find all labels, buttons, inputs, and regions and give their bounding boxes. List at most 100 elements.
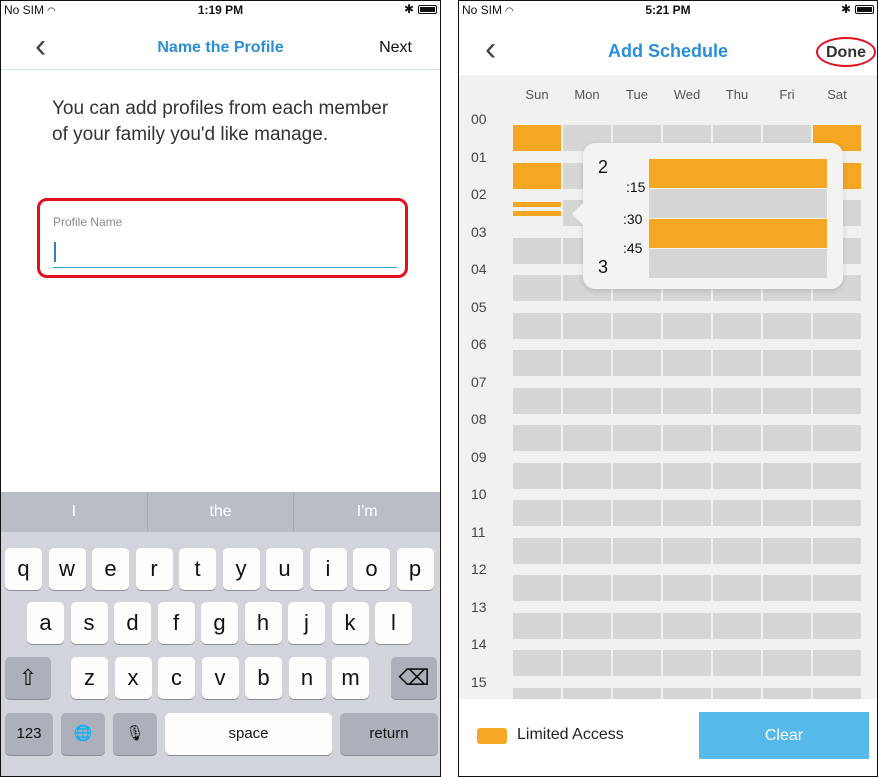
key-d[interactable]: d <box>114 602 151 644</box>
schedule-cell[interactable] <box>813 387 861 414</box>
schedule-cell[interactable] <box>513 275 561 301</box>
schedule-cell[interactable] <box>513 425 561 451</box>
schedule-cell[interactable] <box>513 312 561 339</box>
suggestion-item[interactable]: I'm <box>294 492 440 532</box>
schedule-cell[interactable] <box>613 575 661 601</box>
key-u[interactable]: u <box>266 548 303 590</box>
next-button[interactable]: Next <box>379 39 412 57</box>
schedule-cell[interactable] <box>513 387 561 414</box>
schedule-cell[interactable] <box>663 650 711 676</box>
schedule-cell[interactable] <box>813 500 861 526</box>
schedule-cell[interactable] <box>513 125 561 151</box>
schedule-cell[interactable] <box>563 387 611 414</box>
schedule-cell[interactable] <box>563 462 611 489</box>
key-k[interactable]: k <box>331 602 369 644</box>
key-l[interactable]: l <box>375 602 412 644</box>
schedule-cell[interactable] <box>763 462 811 489</box>
shift-icon[interactable]: ⇧ <box>5 657 51 699</box>
schedule-cell[interactable] <box>563 350 611 376</box>
schedule-cell[interactable] <box>713 500 761 526</box>
key-h[interactable]: h <box>244 602 282 644</box>
schedule-cell[interactable] <box>813 612 861 639</box>
schedule-cell[interactable] <box>563 612 611 639</box>
schedule-cell[interactable] <box>663 537 711 564</box>
schedule-cell[interactable] <box>563 537 611 564</box>
schedule-cell[interactable] <box>663 387 711 414</box>
schedule-grid[interactable]: Sun Mon Tue Wed Thu Fri Sat 00 01 02 03 04 05 06 07 08… <box>459 75 877 699</box>
schedule-cell[interactable] <box>513 650 561 676</box>
key-n[interactable]: n <box>288 657 326 699</box>
schedule-cell[interactable] <box>663 575 711 601</box>
schedule-cell[interactable] <box>813 350 861 376</box>
schedule-cell[interactable] <box>713 575 761 601</box>
schedule-cell[interactable] <box>713 650 761 676</box>
schedule-cell[interactable] <box>613 387 661 414</box>
schedule-cell[interactable] <box>713 350 761 376</box>
key-j[interactable]: j <box>288 602 325 644</box>
schedule-cell[interactable] <box>763 350 811 376</box>
schedule-cell[interactable] <box>763 612 811 639</box>
key-s[interactable]: s <box>70 602 108 644</box>
quarter-slot[interactable] <box>649 219 827 248</box>
schedule-cell[interactable] <box>813 537 861 564</box>
key-p[interactable]: p <box>396 548 434 590</box>
schedule-cell[interactable] <box>763 312 811 339</box>
schedule-cell[interactable] <box>663 462 711 489</box>
schedule-cell[interactable] <box>613 312 661 339</box>
schedule-cell[interactable] <box>713 387 761 414</box>
key-g[interactable]: g <box>201 602 238 644</box>
schedule-cell[interactable] <box>763 537 811 564</box>
return-key[interactable]: return <box>340 713 438 755</box>
schedule-cell[interactable] <box>513 350 561 376</box>
schedule-cell[interactable] <box>663 687 711 699</box>
schedule-cell[interactable] <box>613 687 661 699</box>
schedule-cell[interactable] <box>613 425 661 451</box>
schedule-cell[interactable] <box>763 425 811 451</box>
key-m[interactable]: m <box>332 657 369 699</box>
schedule-cell[interactable] <box>713 537 761 564</box>
schedule-cell[interactable] <box>513 537 561 564</box>
key-w[interactable]: w <box>48 548 86 590</box>
key-q[interactable]: q <box>5 548 42 590</box>
schedule-cell[interactable] <box>513 612 561 639</box>
key-y[interactable]: y <box>222 548 260 590</box>
globe-icon[interactable]: 🌐 <box>61 713 105 755</box>
quarter-slot[interactable] <box>649 249 827 278</box>
schedule-cell[interactable] <box>813 687 861 699</box>
schedule-cell[interactable] <box>713 312 761 339</box>
schedule-cell[interactable] <box>763 575 811 601</box>
key-a[interactable]: a <box>27 602 64 644</box>
schedule-cell[interactable] <box>713 612 761 639</box>
schedule-cell[interactable] <box>763 650 811 676</box>
quarter-slot[interactable] <box>649 159 827 188</box>
schedule-cell[interactable] <box>513 500 561 526</box>
schedule-cell[interactable] <box>513 575 561 601</box>
key-i[interactable]: i <box>309 548 347 590</box>
schedule-cell[interactable] <box>563 312 611 339</box>
key-v[interactable]: v <box>201 657 239 699</box>
schedule-cell[interactable] <box>763 687 811 699</box>
schedule-cell[interactable] <box>613 350 661 376</box>
schedule-cell[interactable] <box>813 425 861 451</box>
schedule-cell[interactable] <box>713 462 761 489</box>
schedule-cell[interactable] <box>663 500 711 526</box>
profile-name-input[interactable] <box>53 237 397 268</box>
schedule-cell[interactable] <box>663 425 711 451</box>
key-b[interactable]: b <box>245 657 282 699</box>
schedule-cell[interactable] <box>513 687 561 699</box>
schedule-cell[interactable] <box>613 612 661 639</box>
schedule-cell[interactable] <box>813 650 861 676</box>
schedule-cell[interactable] <box>563 687 611 699</box>
schedule-cell[interactable] <box>663 312 711 339</box>
microphone-icon[interactable]: 🎙 <box>113 713 157 755</box>
key-t[interactable]: t <box>179 548 216 590</box>
schedule-cell[interactable] <box>563 425 611 451</box>
key-e[interactable]: e <box>92 548 129 590</box>
schedule-cell[interactable] <box>563 650 611 676</box>
space-key[interactable]: space <box>165 713 332 755</box>
schedule-cell[interactable] <box>513 462 561 489</box>
schedule-cell[interactable] <box>813 312 861 339</box>
schedule-cell[interactable] <box>813 462 861 489</box>
schedule-cell[interactable] <box>613 500 661 526</box>
key-c[interactable]: c <box>158 657 195 699</box>
